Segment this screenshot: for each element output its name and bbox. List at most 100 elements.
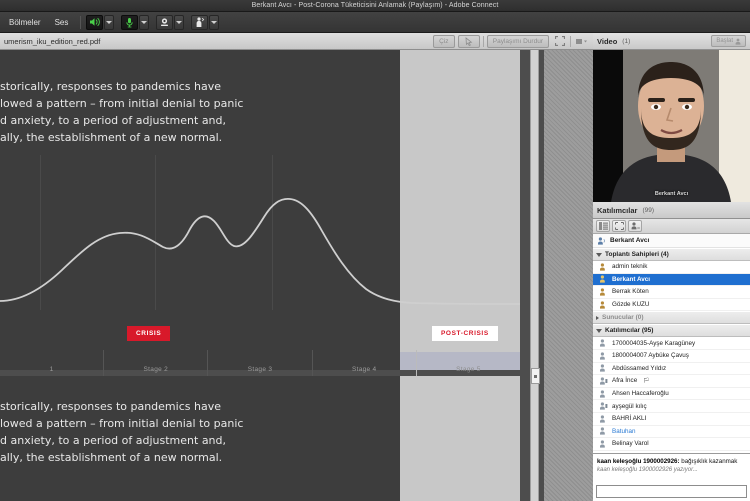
webcam-video-feed bbox=[593, 50, 750, 202]
video-participant-name: Berkant Avcı bbox=[654, 191, 689, 197]
list-item[interactable]: Gözde KUZU bbox=[593, 299, 750, 312]
attendee-user-raised-icon bbox=[600, 377, 608, 385]
shared-file-name: umerism_iku_edition_red.pdf bbox=[4, 36, 101, 46]
video-pod-count: (1) bbox=[622, 37, 631, 45]
start-video-button[interactable]: Başlat bbox=[711, 35, 746, 47]
list-item[interactable]: Batuhan bbox=[593, 426, 750, 439]
video-pod-title: Video bbox=[597, 36, 618, 46]
webcam-dropdown-arrow[interactable] bbox=[174, 14, 185, 30]
speaker-dropdown-arrow[interactable] bbox=[104, 14, 115, 30]
participant-name: Ahsen Haccaferoğlu bbox=[612, 390, 669, 398]
chat-typing-status: kaan keleşoğlu 1900002926 yazıyor... bbox=[597, 467, 698, 473]
webcam-icon[interactable] bbox=[156, 14, 174, 30]
host-user-icon bbox=[600, 263, 605, 271]
participant-self-row[interactable]: Berkant Avcı bbox=[593, 234, 750, 248]
chevron-down-icon bbox=[596, 252, 602, 257]
stage5-highlight-panel-next bbox=[400, 376, 520, 501]
pointer-glyph bbox=[465, 36, 473, 46]
share-pod-controls: Çiz Paylaşımı Durdur bbox=[432, 34, 593, 48]
list-item[interactable]: Abdüssamed Yıldız bbox=[593, 363, 750, 376]
fullscreen-glyph bbox=[554, 36, 565, 46]
raise-hand-icon[interactable] bbox=[191, 14, 209, 30]
slide-next: storically, responses to pandemics have … bbox=[0, 376, 520, 501]
participants-pod-header: Katılımcılar (99) bbox=[593, 202, 750, 219]
chat-message-author: kaan keleşoğlu 1900002926: bbox=[597, 458, 680, 465]
participant-name: Belinay Varol bbox=[612, 440, 649, 448]
participants-toolbar bbox=[593, 219, 750, 234]
participant-name: BAHRİ AKLI bbox=[612, 415, 647, 423]
stage-4-number: Stage 4 bbox=[351, 366, 377, 373]
participant-name: Batuhan bbox=[612, 427, 636, 435]
list-item[interactable]: 1700004035-Ayşe Karagüney bbox=[593, 337, 750, 350]
attendee-user-icon bbox=[600, 364, 605, 372]
stage-3-number: Stage 3 bbox=[247, 366, 273, 373]
chevron-right-icon bbox=[596, 315, 599, 320]
pod-resize-hatch bbox=[544, 50, 593, 501]
participants-pod-count: (99) bbox=[642, 206, 654, 214]
menu-item-ses[interactable]: Ses bbox=[48, 12, 76, 33]
pointer-icon[interactable] bbox=[457, 34, 480, 48]
attendee-user-icon bbox=[600, 427, 605, 435]
post-crisis-badge: POST-CRISIS bbox=[432, 326, 498, 341]
host-user-icon bbox=[600, 300, 605, 309]
webcam-tool-group[interactable] bbox=[156, 14, 185, 30]
list-item[interactable]: BAHRİ AKLI bbox=[593, 413, 750, 426]
microphone-tool-group[interactable] bbox=[121, 14, 150, 30]
menu-divider bbox=[80, 15, 82, 29]
chat-input[interactable] bbox=[596, 485, 747, 498]
list-view-icon[interactable] bbox=[596, 220, 610, 232]
participant-name: Gözde KUZU bbox=[612, 301, 650, 309]
chevron-down-icon bbox=[596, 328, 602, 333]
raise-hand-dropdown-arrow[interactable] bbox=[209, 14, 220, 30]
right-column: Video (1) Başlat Berkant Avcı Katılımcıl… bbox=[593, 33, 750, 501]
shared-document-area[interactable]: storically, responses to pandemics have … bbox=[0, 50, 593, 501]
group-label-participants: Katılımcılar (95) bbox=[605, 327, 654, 335]
webcam-glyph bbox=[161, 18, 169, 26]
user-status-icon[interactable] bbox=[628, 220, 642, 232]
list-item[interactable]: ayşegül kılıç bbox=[593, 400, 750, 413]
attendee-user-icon bbox=[600, 352, 605, 360]
group-header-presenters[interactable]: Sunucular (0) bbox=[593, 311, 750, 325]
list-item[interactable]: Ahsen Haccaferoğlu bbox=[593, 388, 750, 401]
video-pod[interactable]: Berkant Avcı bbox=[593, 50, 750, 202]
document-scrollbar[interactable] bbox=[530, 50, 540, 501]
list-item-selected[interactable]: Berkant Avcı bbox=[593, 273, 750, 287]
speaker-tool-group[interactable] bbox=[86, 14, 115, 30]
group-label-hosts: Toplantı Sahipleri (4) bbox=[605, 251, 669, 258]
stage-5-number: Stage 5 bbox=[456, 366, 481, 373]
stage-1-number: 1 bbox=[49, 366, 54, 373]
group-header-hosts[interactable]: Toplantı Sahipleri (4) bbox=[593, 248, 750, 261]
stop-sharing-button[interactable]: Paylaşımı Durdur bbox=[486, 34, 549, 48]
stage-2-number: Stage 2 bbox=[143, 366, 169, 373]
participant-name: admin teknik bbox=[612, 263, 648, 271]
participant-name: 1800004007 Aybüke Çavuş bbox=[612, 352, 689, 360]
status-flag-icon: 🏳 bbox=[643, 377, 650, 384]
list-item[interactable]: admin teknik bbox=[593, 261, 750, 274]
list-item[interactable]: Belinay Varol bbox=[593, 438, 750, 451]
document-scrollbar-thumb[interactable] bbox=[531, 368, 540, 384]
grid-view-glyph bbox=[614, 222, 624, 230]
list-item[interactable]: Berrak Köten bbox=[593, 286, 750, 299]
slide-paragraph: storically, responses to pandemics have … bbox=[0, 80, 244, 144]
menu-item-bolmeler[interactable]: Bölmeler bbox=[2, 12, 48, 33]
list-item[interactable]: Afra İnce 🏳 bbox=[593, 375, 750, 388]
microphone-icon[interactable] bbox=[121, 14, 139, 30]
document-scroll-zone bbox=[520, 50, 593, 501]
chart-curve bbox=[0, 198, 520, 305]
raise-hand-tool-group[interactable] bbox=[191, 14, 220, 30]
fullscreen-icon[interactable] bbox=[552, 35, 567, 48]
participant-name: Berrak Köten bbox=[612, 288, 649, 296]
draw-button[interactable]: Çiz bbox=[432, 34, 455, 48]
speaker-glyph bbox=[89, 17, 100, 27]
group-header-participants[interactable]: Katılımcılar (95) bbox=[593, 324, 750, 338]
list-item[interactable]: 1800004007 Aybüke Çavuş bbox=[593, 350, 750, 363]
microphone-dropdown-arrow[interactable] bbox=[139, 14, 150, 30]
participant-list-hosts: admin teknik Berkant Avcı Berrak Köten G… bbox=[593, 261, 750, 312]
grid-view-icon[interactable] bbox=[612, 220, 626, 232]
pod-menu-icon[interactable] bbox=[574, 35, 589, 48]
participant-name: Afra İnce bbox=[612, 377, 638, 385]
pandemic-response-chart bbox=[0, 155, 520, 310]
microphone-glyph bbox=[126, 17, 134, 27]
toolbar-divider-2 bbox=[570, 35, 571, 47]
speaker-icon[interactable] bbox=[86, 14, 104, 30]
